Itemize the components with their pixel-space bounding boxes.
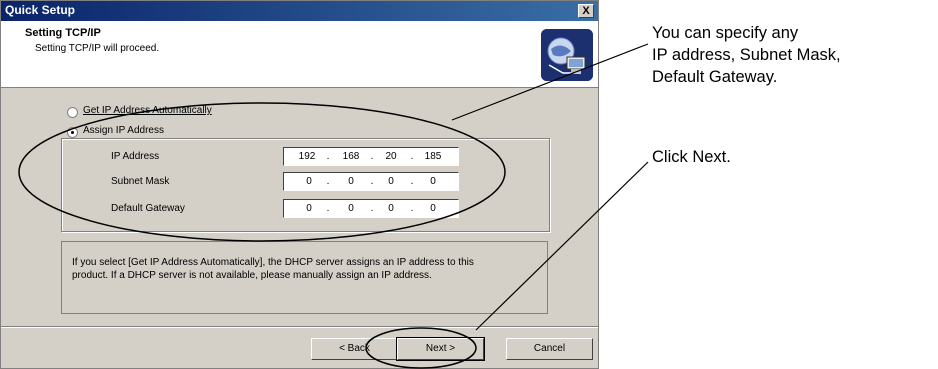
next-highlight-ellipse [365, 327, 477, 369]
fields-callout-line [451, 43, 649, 121]
next-callout-line [475, 161, 649, 331]
callout-fields-line-3: Default Gateway. [652, 68, 778, 86]
callout-fields-line-1: You can specify any [652, 24, 799, 42]
callout-fields-line-2: IP address, Subnet Mask, [652, 46, 841, 64]
fields-highlight-ellipse [18, 102, 506, 242]
callout-fields-text: You can specify any IP address, Subnet M… [652, 22, 841, 88]
callout-next-text: Click Next. [652, 148, 731, 166]
